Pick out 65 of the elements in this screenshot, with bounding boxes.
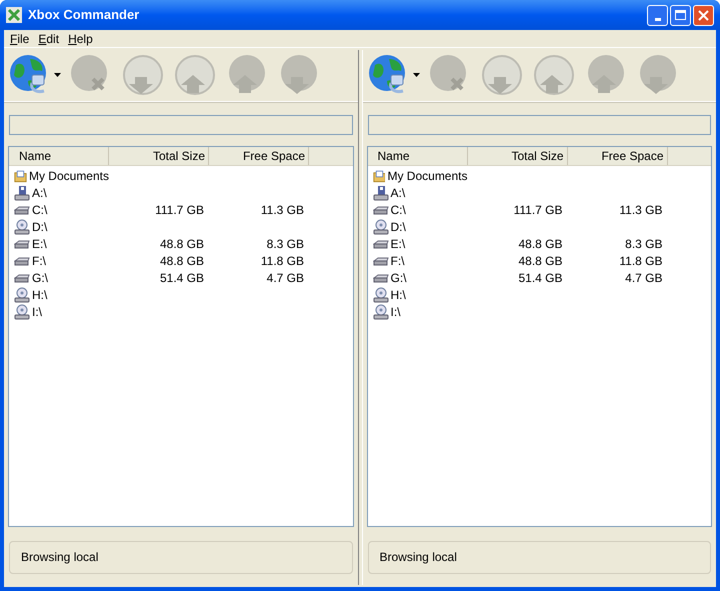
folder-icon (14, 168, 27, 184)
total-size-cell: 48.8 GB (160, 254, 204, 268)
floppy-drive-icon (372, 184, 388, 200)
cd-drive-icon (372, 304, 388, 320)
path-field[interactable] (368, 114, 711, 134)
free-space-cell: 11.8 GB (260, 254, 304, 268)
free-space-cell: 4.7 GB (266, 270, 304, 284)
menu-item[interactable]: File (10, 30, 30, 48)
drive-name[interactable]: I:\ (390, 302, 401, 320)
dropdown-caret-icon[interactable] (54, 72, 61, 76)
maximize-button[interactable] (670, 4, 691, 26)
floppy-drive-icon (14, 184, 30, 200)
drive-name[interactable]: E:\ (390, 234, 406, 252)
drive-name[interactable]: C:\ (32, 200, 48, 218)
free-space-cell: 4.7 GB (625, 270, 662, 284)
total-size-cell: 111.7 GB (155, 202, 204, 216)
drive-name[interactable]: C:\ (390, 200, 406, 218)
drive-name[interactable]: D:\ (390, 218, 406, 236)
status-panel: Browsing local (368, 540, 711, 574)
drive-name[interactable]: D:\ (32, 218, 48, 236)
free-space-cell: 11.8 GB (619, 254, 662, 268)
drive-name[interactable]: E:\ (32, 234, 47, 252)
column-header[interactable]: Free Space (209, 147, 309, 165)
free-space-cell: 8.3 GB (625, 236, 662, 250)
drive-name[interactable]: A:\ (32, 184, 47, 202)
column-header[interactable]: Total Size (468, 147, 568, 165)
column-header[interactable]: Free Space (568, 147, 668, 165)
menu-item[interactable]: Help (68, 30, 93, 48)
total-size-cell: 51.4 GB (160, 270, 204, 284)
drive-name[interactable]: G:\ (390, 268, 407, 286)
column-header[interactable]: Total Size (109, 147, 209, 165)
path-field[interactable] (9, 114, 352, 134)
column-header[interactable]: Name (9, 147, 109, 165)
drive-name[interactable]: F:\ (32, 252, 46, 270)
close-icon (698, 10, 709, 20)
total-size-cell: 48.8 GB (518, 236, 562, 250)
total-size-cell: 111.7 GB (514, 202, 562, 216)
cd-drive-icon (14, 304, 30, 320)
window-title: Xbox Commander (28, 6, 140, 24)
total-size-cell: 48.8 GB (160, 236, 204, 250)
close-button[interactable] (693, 4, 714, 26)
minimize-button[interactable] (647, 4, 668, 26)
free-space-cell: 11.3 GB (619, 202, 662, 216)
drive-name[interactable]: I:\ (32, 302, 42, 320)
free-space-cell: 8.3 GB (266, 236, 304, 250)
drive-name[interactable]: H:\ (32, 286, 48, 304)
cd-drive-icon (372, 286, 388, 302)
cd-drive-icon (14, 218, 30, 234)
drive-name[interactable]: My Documents (28, 166, 109, 184)
status-panel: Browsing local (9, 540, 352, 574)
drive-name[interactable]: G:\ (32, 268, 48, 286)
drive-name[interactable]: H:\ (390, 286, 406, 304)
total-size-cell: 51.4 GB (518, 270, 562, 284)
folder-icon (372, 168, 386, 184)
drive-name[interactable]: F:\ (390, 252, 404, 270)
total-size-cell: 48.8 GB (518, 254, 562, 268)
cd-drive-icon (372, 218, 388, 234)
free-space-cell: 11.3 GB (260, 202, 304, 216)
column-header[interactable]: Name (368, 147, 468, 165)
dropdown-caret-icon[interactable] (412, 72, 420, 76)
cd-drive-icon (14, 286, 30, 302)
drive-name[interactable]: A:\ (390, 184, 406, 202)
menu-item[interactable]: Edit (38, 30, 60, 48)
drive-name[interactable]: My Documents (387, 166, 468, 184)
app-logo-icon (6, 7, 22, 23)
